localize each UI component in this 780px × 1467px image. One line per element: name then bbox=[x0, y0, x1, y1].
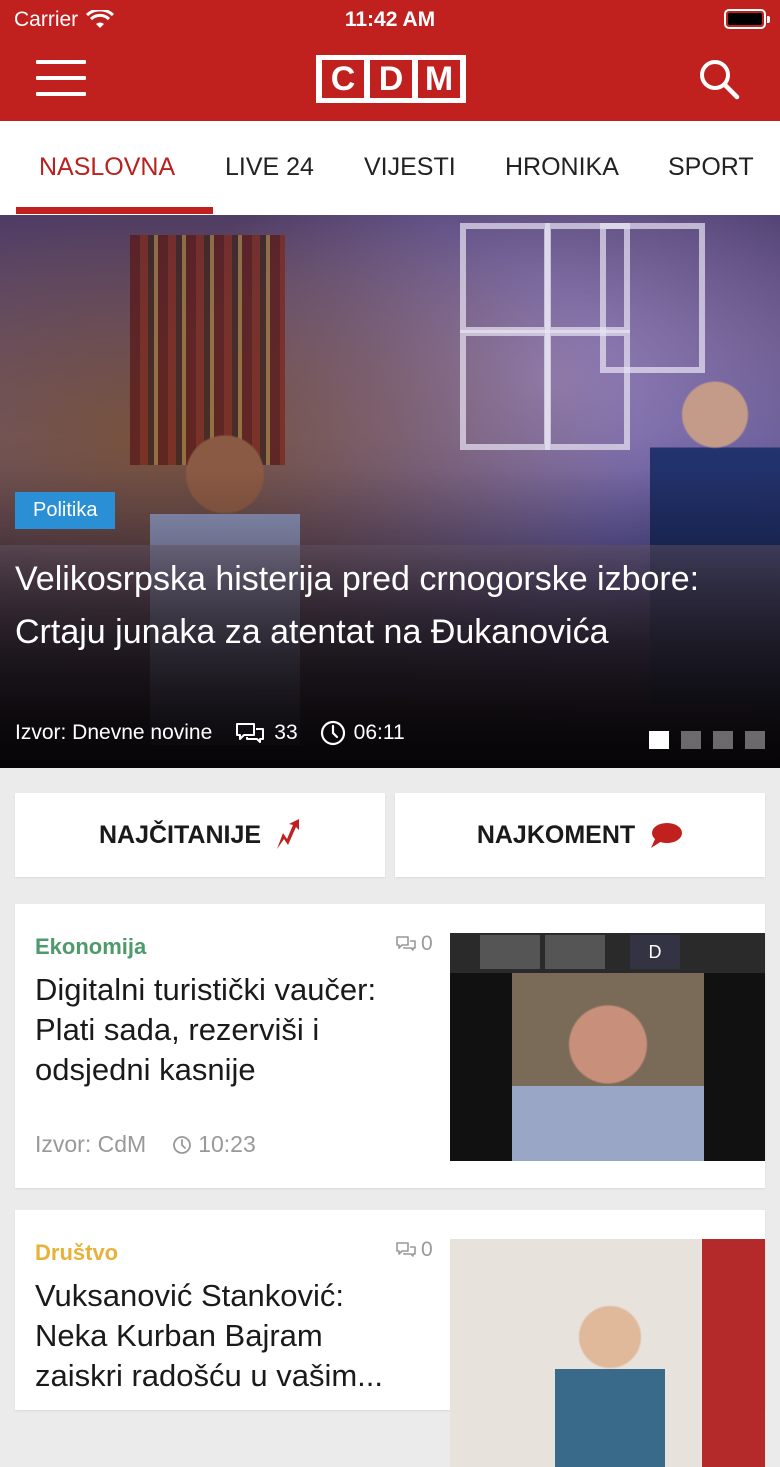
slide-dot[interactable] bbox=[713, 731, 733, 749]
article-thumbnail[interactable]: D bbox=[450, 933, 765, 1161]
tab-live-24[interactable]: LIVE 24 bbox=[225, 153, 314, 182]
clock-icon bbox=[320, 720, 345, 746]
article-source: Izvor: CdM bbox=[35, 1131, 147, 1157]
article-card[interactable]: Ekonomija 0 Digitalni turistički vaučer:… bbox=[15, 904, 765, 1188]
article-title[interactable]: Vuksanović Stanković: Neka Kurban Bajram… bbox=[35, 1276, 435, 1396]
article-category[interactable]: Društvo bbox=[35, 1240, 118, 1266]
logo-letter: C bbox=[322, 60, 364, 98]
article-time: 10:23 bbox=[198, 1131, 256, 1157]
article-meta: Izvor: CdM 10:23 bbox=[35, 1131, 256, 1158]
tab-naslovna[interactable]: NASLOVNA bbox=[39, 153, 175, 182]
cdm-logo[interactable]: C D M bbox=[316, 55, 466, 103]
thumb-video-speaker bbox=[512, 973, 704, 1161]
active-tab-indicator bbox=[16, 207, 213, 214]
article-title-line: Neka Kurban Bajram bbox=[35, 1318, 323, 1353]
article-thumbnail[interactable] bbox=[450, 1239, 765, 1467]
article-title-line: zaiskri radošću u vašim... bbox=[35, 1358, 383, 1393]
comments-icon bbox=[236, 723, 265, 743]
most-commented-label: NAJKOMENT bbox=[476, 820, 636, 849]
logo-letter: M bbox=[418, 60, 460, 98]
slide-dot[interactable] bbox=[681, 731, 701, 749]
hero-meta: Izvor: Dnevne novine 33 06:11 bbox=[15, 720, 405, 746]
logo-letter: D bbox=[370, 60, 412, 98]
most-commented-button[interactable]: NAJKOMENT bbox=[395, 793, 765, 877]
battery-icon bbox=[724, 9, 770, 29]
slide-dot[interactable] bbox=[745, 731, 765, 749]
hero-time: 06:11 bbox=[353, 721, 405, 744]
hero-title[interactable]: Velikosrpska histerija pred crnogorske i… bbox=[15, 553, 715, 659]
article-comment-count: 0 bbox=[421, 1238, 433, 1261]
featured-article[interactable]: Politika Velikosrpska histerija pred crn… bbox=[0, 215, 780, 768]
tab-vijesti[interactable]: VIJESTI bbox=[364, 153, 456, 182]
hero-source: Izvor: Dnevne novine bbox=[15, 721, 213, 744]
tab-hronika[interactable]: HRONIKA bbox=[505, 153, 619, 182]
search-icon[interactable] bbox=[698, 58, 740, 100]
hamburger-menu-button[interactable] bbox=[36, 60, 86, 96]
article-title-line: Digitalni turistički vaučer: bbox=[35, 972, 377, 1007]
tab-sport[interactable]: SPORT bbox=[668, 153, 754, 182]
article-title-line: odsjedni kasnije bbox=[35, 1052, 256, 1087]
most-read-label: NAJČITANIJE bbox=[98, 820, 262, 849]
article-card[interactable]: Društvo 0 Vuksanović Stanković: Neka Kur… bbox=[15, 1210, 765, 1467]
hero-comment-count: 33 bbox=[274, 721, 298, 744]
thumb-person bbox=[555, 1289, 665, 1467]
article-comment-count: 0 bbox=[421, 932, 433, 955]
category-tabs: NASLOVNA LIVE 24 VIJESTI HRONIKA SPORT bbox=[0, 121, 780, 215]
slide-dot[interactable] bbox=[649, 731, 669, 749]
comments-icon bbox=[396, 936, 416, 951]
comments-icon bbox=[396, 1242, 416, 1257]
speech-bubble-icon bbox=[651, 823, 683, 848]
article-title[interactable]: Digitalni turistički vaučer: Plati sada,… bbox=[35, 970, 435, 1090]
most-read-button[interactable]: NAJČITANIJE bbox=[15, 793, 385, 877]
article-title-line: Plati sada, rezerviši i bbox=[35, 1012, 320, 1047]
slide-indicator[interactable] bbox=[649, 731, 765, 749]
clock-icon bbox=[173, 1135, 192, 1154]
trending-arrow-icon bbox=[277, 819, 300, 849]
article-comments: 0 bbox=[395, 932, 433, 956]
article-comments: 0 bbox=[395, 1238, 433, 1262]
thumb-participant-initial: D bbox=[630, 935, 680, 969]
status-time: 11:42 AM bbox=[344, 8, 436, 31]
article-title-line: Vuksanović Stanković: bbox=[35, 1278, 345, 1313]
article-category[interactable]: Ekonomija bbox=[35, 934, 146, 960]
app-header: Carrier 11:42 AM C D M bbox=[0, 0, 780, 121]
hero-category-badge[interactable]: Politika bbox=[15, 492, 116, 529]
ranking-buttons: NAJČITANIJE NAJKOMENT bbox=[15, 793, 765, 877]
status-bar: Carrier 11:42 AM bbox=[0, 0, 780, 40]
